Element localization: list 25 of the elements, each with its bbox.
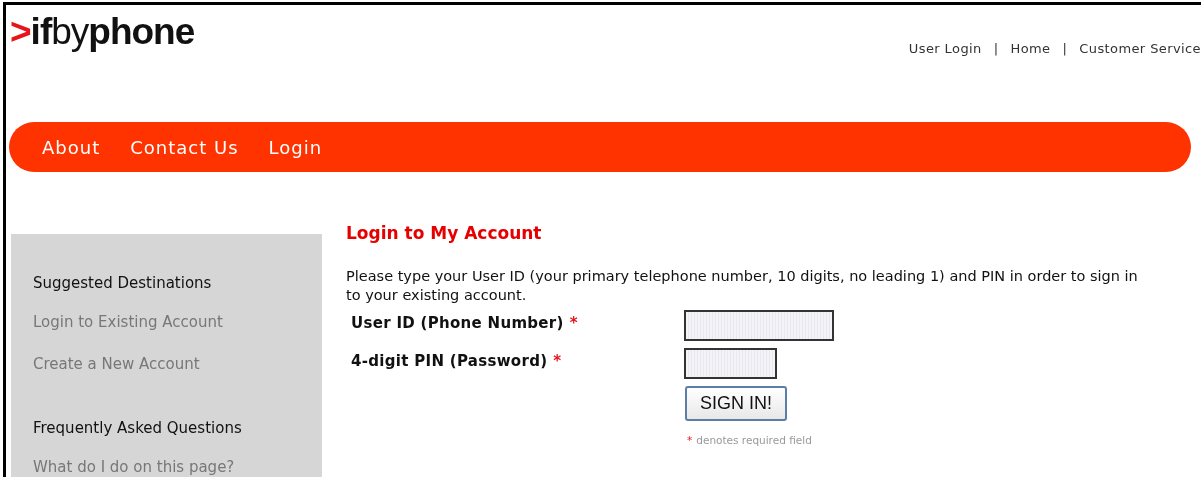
required-note: denotes required field bbox=[696, 433, 812, 446]
required-mark: * bbox=[553, 351, 562, 370]
sidebar-link[interactable]: What do I do on this page? bbox=[33, 456, 322, 477]
sidebar-link[interactable]: Create a New Account bbox=[33, 352, 322, 375]
intro-text: Please type your User ID (your primary telephone number, 10 digits, no leading 1) and PIN in order to sign in to your existing account. bbox=[346, 267, 1139, 304]
logo: >ifbyphone bbox=[10, 13, 195, 50]
separator: | bbox=[1062, 40, 1068, 58]
nav-link[interactable]: Login bbox=[268, 133, 323, 161]
header-link[interactable]: User Login bbox=[908, 39, 982, 59]
separator: | bbox=[993, 40, 999, 58]
nav-link[interactable]: About bbox=[42, 133, 101, 161]
sidebar-link[interactable]: Login to Existing Account bbox=[33, 311, 322, 334]
field-label: 4-digit PIN (Password) bbox=[351, 351, 548, 370]
sidebar-heading: Suggested Destinations bbox=[33, 274, 213, 292]
sidebar-heading: Frequently Asked Questions bbox=[33, 419, 243, 437]
required-mark: * bbox=[687, 433, 693, 446]
page-title: Login to My Account bbox=[346, 223, 543, 244]
required-mark: * bbox=[569, 313, 578, 332]
header-link[interactable]: Customer Service bbox=[1079, 39, 1201, 59]
sign-in-button[interactable]: SIGN IN! bbox=[685, 385, 787, 421]
input-field[interactable] bbox=[684, 347, 777, 379]
header-link[interactable]: Home bbox=[1010, 39, 1051, 59]
input-field[interactable] bbox=[684, 309, 834, 341]
nav-link[interactable]: Contact Us bbox=[130, 133, 239, 161]
field-label: User ID (Phone Number) bbox=[351, 313, 564, 332]
